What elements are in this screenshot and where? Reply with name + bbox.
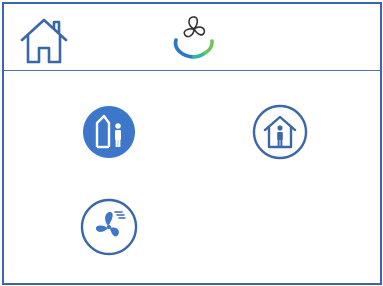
home-outline-icon — [20, 18, 68, 64]
fan-logo-icon — [173, 16, 214, 59]
person-in-house-icon — [252, 104, 308, 160]
boost-mode-button[interactable] — [79, 196, 143, 258]
fan-logo — [164, 12, 224, 64]
person-leaving-house-icon — [83, 106, 135, 158]
control-panel — [2, 2, 382, 285]
home-button[interactable] — [18, 16, 70, 66]
away-mode-button[interactable] — [82, 104, 140, 162]
home-mode-button[interactable] — [250, 104, 314, 162]
header-bar — [4, 4, 380, 71]
fan-boost-icon — [80, 198, 138, 256]
